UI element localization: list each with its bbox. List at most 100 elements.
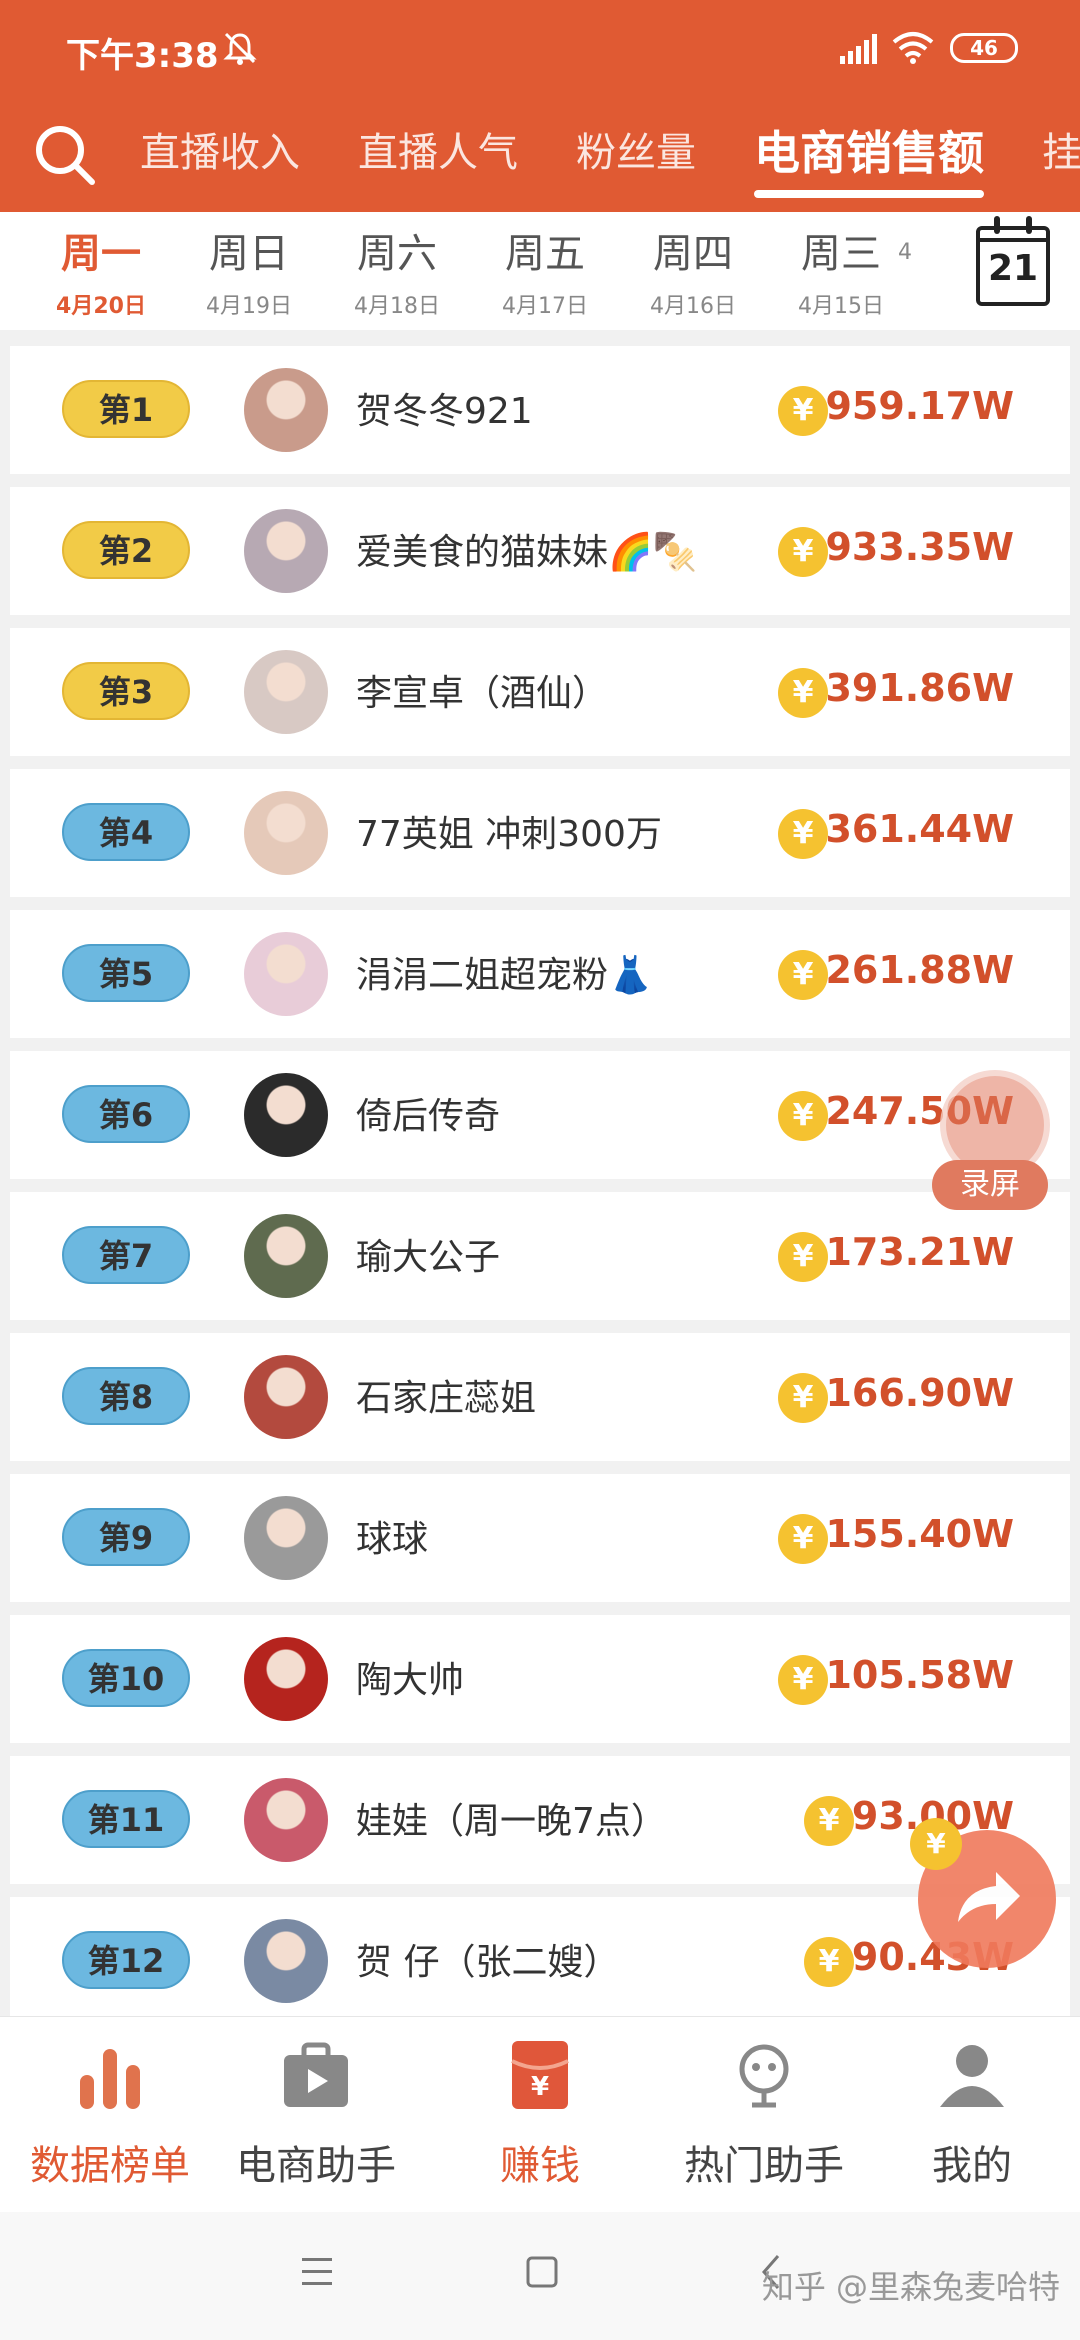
- day-date: 4月19日: [206, 294, 292, 319]
- day-date: 4月15日: [798, 294, 884, 319]
- avatar[interactable]: [244, 1355, 328, 1439]
- day-item[interactable]: 周五 4月17日: [480, 230, 610, 320]
- coin-icon: ¥: [778, 950, 828, 1000]
- ranking-row[interactable]: 第11 娃娃（周一晚7点） ¥93.00W: [10, 1756, 1070, 1884]
- calendar-icon[interactable]: 21: [976, 216, 1050, 306]
- bar-chart-icon: [80, 2049, 140, 2109]
- day-item[interactable]: 4: [890, 230, 920, 265]
- nav-earn-money[interactable]: ¥ 赚钱: [440, 2035, 640, 2191]
- day-item[interactable]: 周三 4月15日: [776, 230, 906, 320]
- robot-icon: [739, 2044, 789, 2108]
- day-name: 周五: [505, 231, 585, 277]
- video-briefcase-icon: [284, 2042, 348, 2107]
- rank-badge: 第5: [62, 944, 190, 1002]
- day-date: 4月17日: [502, 294, 588, 319]
- ranking-row[interactable]: 第6 倚后传奇 ¥247.50W: [10, 1051, 1070, 1179]
- streamer-name[interactable]: 爱美食的猫妹妹🌈🍢: [356, 523, 698, 575]
- sales-amount: 959.17W: [825, 384, 1014, 428]
- streamer-name[interactable]: 李宣卓（酒仙）: [356, 664, 608, 716]
- day-name: 周一: [61, 231, 141, 277]
- streamer-name[interactable]: 陶大帅: [356, 1651, 464, 1703]
- streamer-name[interactable]: 倚后传奇: [356, 1087, 500, 1139]
- ranking-row[interactable]: 第10 陶大帅 ¥105.58W: [10, 1615, 1070, 1743]
- wifi-icon: [892, 32, 934, 64]
- ranking-row[interactable]: 第12 贺 仔（张二嫂） ¥90.43W: [10, 1897, 1070, 2025]
- day-name: 周三: [801, 231, 881, 277]
- ranking-row[interactable]: 第3 李宣卓（酒仙） ¥391.86W: [10, 628, 1070, 756]
- screen-record-label[interactable]: 录屏: [932, 1160, 1048, 1210]
- day-item[interactable]: 周六 4月18日: [332, 230, 462, 320]
- coin-icon: ¥: [778, 1232, 828, 1282]
- nav-data-ranking[interactable]: 数据榜单: [10, 2035, 210, 2191]
- coin-icon: ¥: [778, 1655, 828, 1705]
- bottom-nav: 数据榜单 电商助手 ¥ 赚钱 热门助手 我的: [0, 2016, 1080, 2212]
- coin-icon: ¥: [778, 809, 828, 859]
- sales-amount: 105.58W: [825, 1653, 1014, 1697]
- coin-icon: ¥: [778, 386, 828, 436]
- streamer-name[interactable]: 石家庄蕊姐: [356, 1369, 536, 1421]
- day-item[interactable]: 周四 4月16日: [628, 230, 758, 320]
- sales-amount: 391.86W: [825, 666, 1014, 710]
- nav-ecommerce-assistant[interactable]: 电商助手: [216, 2035, 416, 2191]
- ranking-row[interactable]: 第5 涓涓二姐超宠粉👗 ¥261.88W: [10, 910, 1070, 1038]
- avatar[interactable]: [244, 1073, 328, 1157]
- tab-more[interactable]: 挂: [1042, 118, 1080, 204]
- sales-amount: 173.21W: [825, 1230, 1014, 1274]
- coin-icon: ¥: [778, 1514, 828, 1564]
- nav-label: 数据榜单: [30, 2143, 190, 2189]
- avatar[interactable]: [244, 1496, 328, 1580]
- ranking-row[interactable]: 第1 贺冬冬921 ¥959.17W: [10, 346, 1070, 474]
- sales-amount: 155.40W: [825, 1512, 1014, 1556]
- avatar[interactable]: [244, 932, 328, 1016]
- avatar[interactable]: [244, 791, 328, 875]
- tab-live-income[interactable]: 直播收入: [140, 118, 300, 204]
- home-icon[interactable]: [522, 2252, 562, 2292]
- signal-icon: [840, 34, 877, 64]
- ranking-row[interactable]: 第8 石家庄蕊姐 ¥166.90W: [10, 1333, 1070, 1461]
- streamer-name[interactable]: 贺冬冬921: [356, 382, 533, 434]
- streamer-name[interactable]: 贺 仔（张二嫂）: [356, 1933, 619, 1985]
- rank-badge: 第8: [62, 1367, 190, 1425]
- rank-badge: 第12: [62, 1931, 190, 1989]
- day-item[interactable]: 周日 4月19日: [184, 230, 314, 320]
- day-name: 周六: [357, 231, 437, 277]
- tab-live-popularity[interactable]: 直播人气: [358, 118, 518, 204]
- streamer-name[interactable]: 瑜大公子: [356, 1228, 500, 1280]
- streamer-name[interactable]: 涓涓二姐超宠粉👗: [356, 946, 653, 998]
- watermark: 知乎 @里森兔麦哈特: [761, 2268, 1060, 2306]
- sales-amount: 261.88W: [825, 948, 1014, 992]
- avatar[interactable]: [244, 1919, 328, 2003]
- search-icon[interactable]: [32, 122, 98, 188]
- ranking-row[interactable]: 第4 77英姐 冲刺300万 ¥361.44W: [10, 769, 1070, 897]
- avatar[interactable]: [244, 1214, 328, 1298]
- avatar[interactable]: [244, 650, 328, 734]
- streamer-name[interactable]: 77英姐 冲刺300万: [356, 805, 662, 857]
- ranking-row[interactable]: 第9 球球 ¥155.40W: [10, 1474, 1070, 1602]
- avatar[interactable]: [244, 509, 328, 593]
- rank-badge: 第9: [62, 1508, 190, 1566]
- ranking-list: 第1 贺冬冬921 ¥959.17W 第2 爱美食的猫妹妹🌈🍢 ¥933.35W 第3 李宣卓…: [10, 346, 1070, 2038]
- rank-badge: 第1: [62, 380, 190, 438]
- coin-icon: ¥: [778, 1373, 828, 1423]
- avatar[interactable]: [244, 1778, 328, 1862]
- nav-label: 我的: [932, 2143, 1012, 2189]
- nav-hot-assistant[interactable]: 热门助手: [664, 2035, 864, 2191]
- coin-icon: ¥: [804, 1796, 854, 1846]
- rank-badge: 第7: [62, 1226, 190, 1284]
- svg-text:¥: ¥: [531, 2072, 549, 2102]
- nav-profile[interactable]: 我的: [872, 2035, 1072, 2191]
- ranking-row[interactable]: 第7 瑜大公子 ¥173.21W: [10, 1192, 1070, 1320]
- avatar[interactable]: [244, 368, 328, 452]
- tab-ecommerce-sales[interactable]: 电商销售额: [754, 118, 984, 204]
- rank-badge: 第2: [62, 521, 190, 579]
- streamer-name[interactable]: 球球: [356, 1510, 428, 1562]
- calendar-day: 21: [987, 248, 1039, 289]
- ranking-row[interactable]: 第2 爱美食的猫妹妹🌈🍢 ¥933.35W: [10, 487, 1070, 615]
- tab-fans[interactable]: 粉丝量: [576, 118, 696, 204]
- user-icon: [940, 2045, 1004, 2107]
- battery-indicator: 46: [950, 33, 1018, 63]
- menu-icon[interactable]: [298, 2254, 338, 2290]
- day-item[interactable]: 周一 4月20日: [36, 230, 166, 320]
- streamer-name[interactable]: 娃娃（周一晚7点）: [356, 1792, 667, 1844]
- avatar[interactable]: [244, 1637, 328, 1721]
